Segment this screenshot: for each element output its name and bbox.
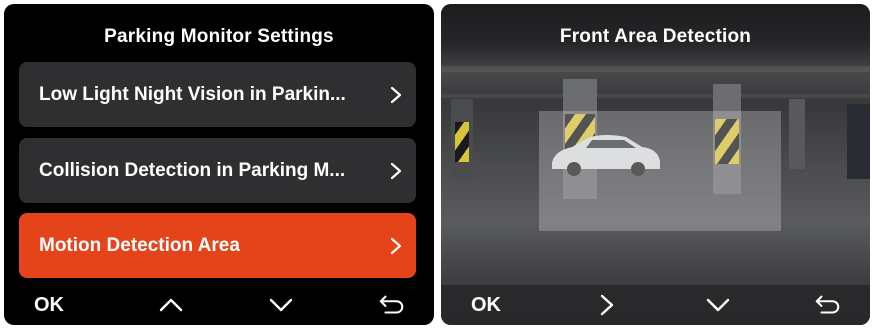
menu-item-label: Motion Detection Area [39, 234, 240, 256]
camera-preview [441, 4, 870, 325]
back-arrow-icon [379, 295, 404, 314]
up-button[interactable] [157, 294, 185, 316]
bottom-button-bar: OK [4, 285, 434, 325]
screen-title: Front Area Detection [559, 26, 752, 47]
back-button[interactable] [378, 294, 406, 316]
menu-item-low-light-night-vision[interactable]: Low Light Night Vision in Parkin... [19, 62, 416, 127]
chevron-right-icon [390, 162, 402, 179]
chevron-right-icon [390, 86, 402, 103]
menu-item-label: Low Light Night Vision in Parkin... [39, 83, 346, 105]
chevron-right-icon [390, 237, 402, 254]
back-button[interactable] [814, 294, 842, 316]
chevron-right-icon [601, 294, 614, 316]
detection-area-overlay[interactable] [539, 111, 781, 231]
menu-item-label: Collision Detection in Parking M... [39, 159, 346, 181]
screen-title: Parking Monitor Settings [104, 26, 334, 47]
chevron-up-icon [159, 298, 182, 312]
chevron-down-icon [706, 298, 729, 312]
menu-item-motion-detection-area[interactable]: Motion Detection Area [19, 213, 416, 278]
front-area-detection-screen: Front Area Detection OK [441, 4, 870, 325]
right-button[interactable] [593, 294, 621, 316]
chevron-down-icon [270, 298, 293, 312]
down-button[interactable] [267, 294, 295, 316]
bottom-button-bar: OK [441, 285, 870, 325]
down-button[interactable] [704, 294, 732, 316]
parking-monitor-settings-screen: Parking Monitor Settings Low Light Night… [4, 4, 434, 325]
ok-button[interactable]: OK [471, 294, 511, 317]
menu-item-collision-detection[interactable]: Collision Detection in Parking M... [19, 138, 416, 203]
back-arrow-icon [815, 295, 840, 314]
ok-button[interactable]: OK [34, 294, 74, 317]
